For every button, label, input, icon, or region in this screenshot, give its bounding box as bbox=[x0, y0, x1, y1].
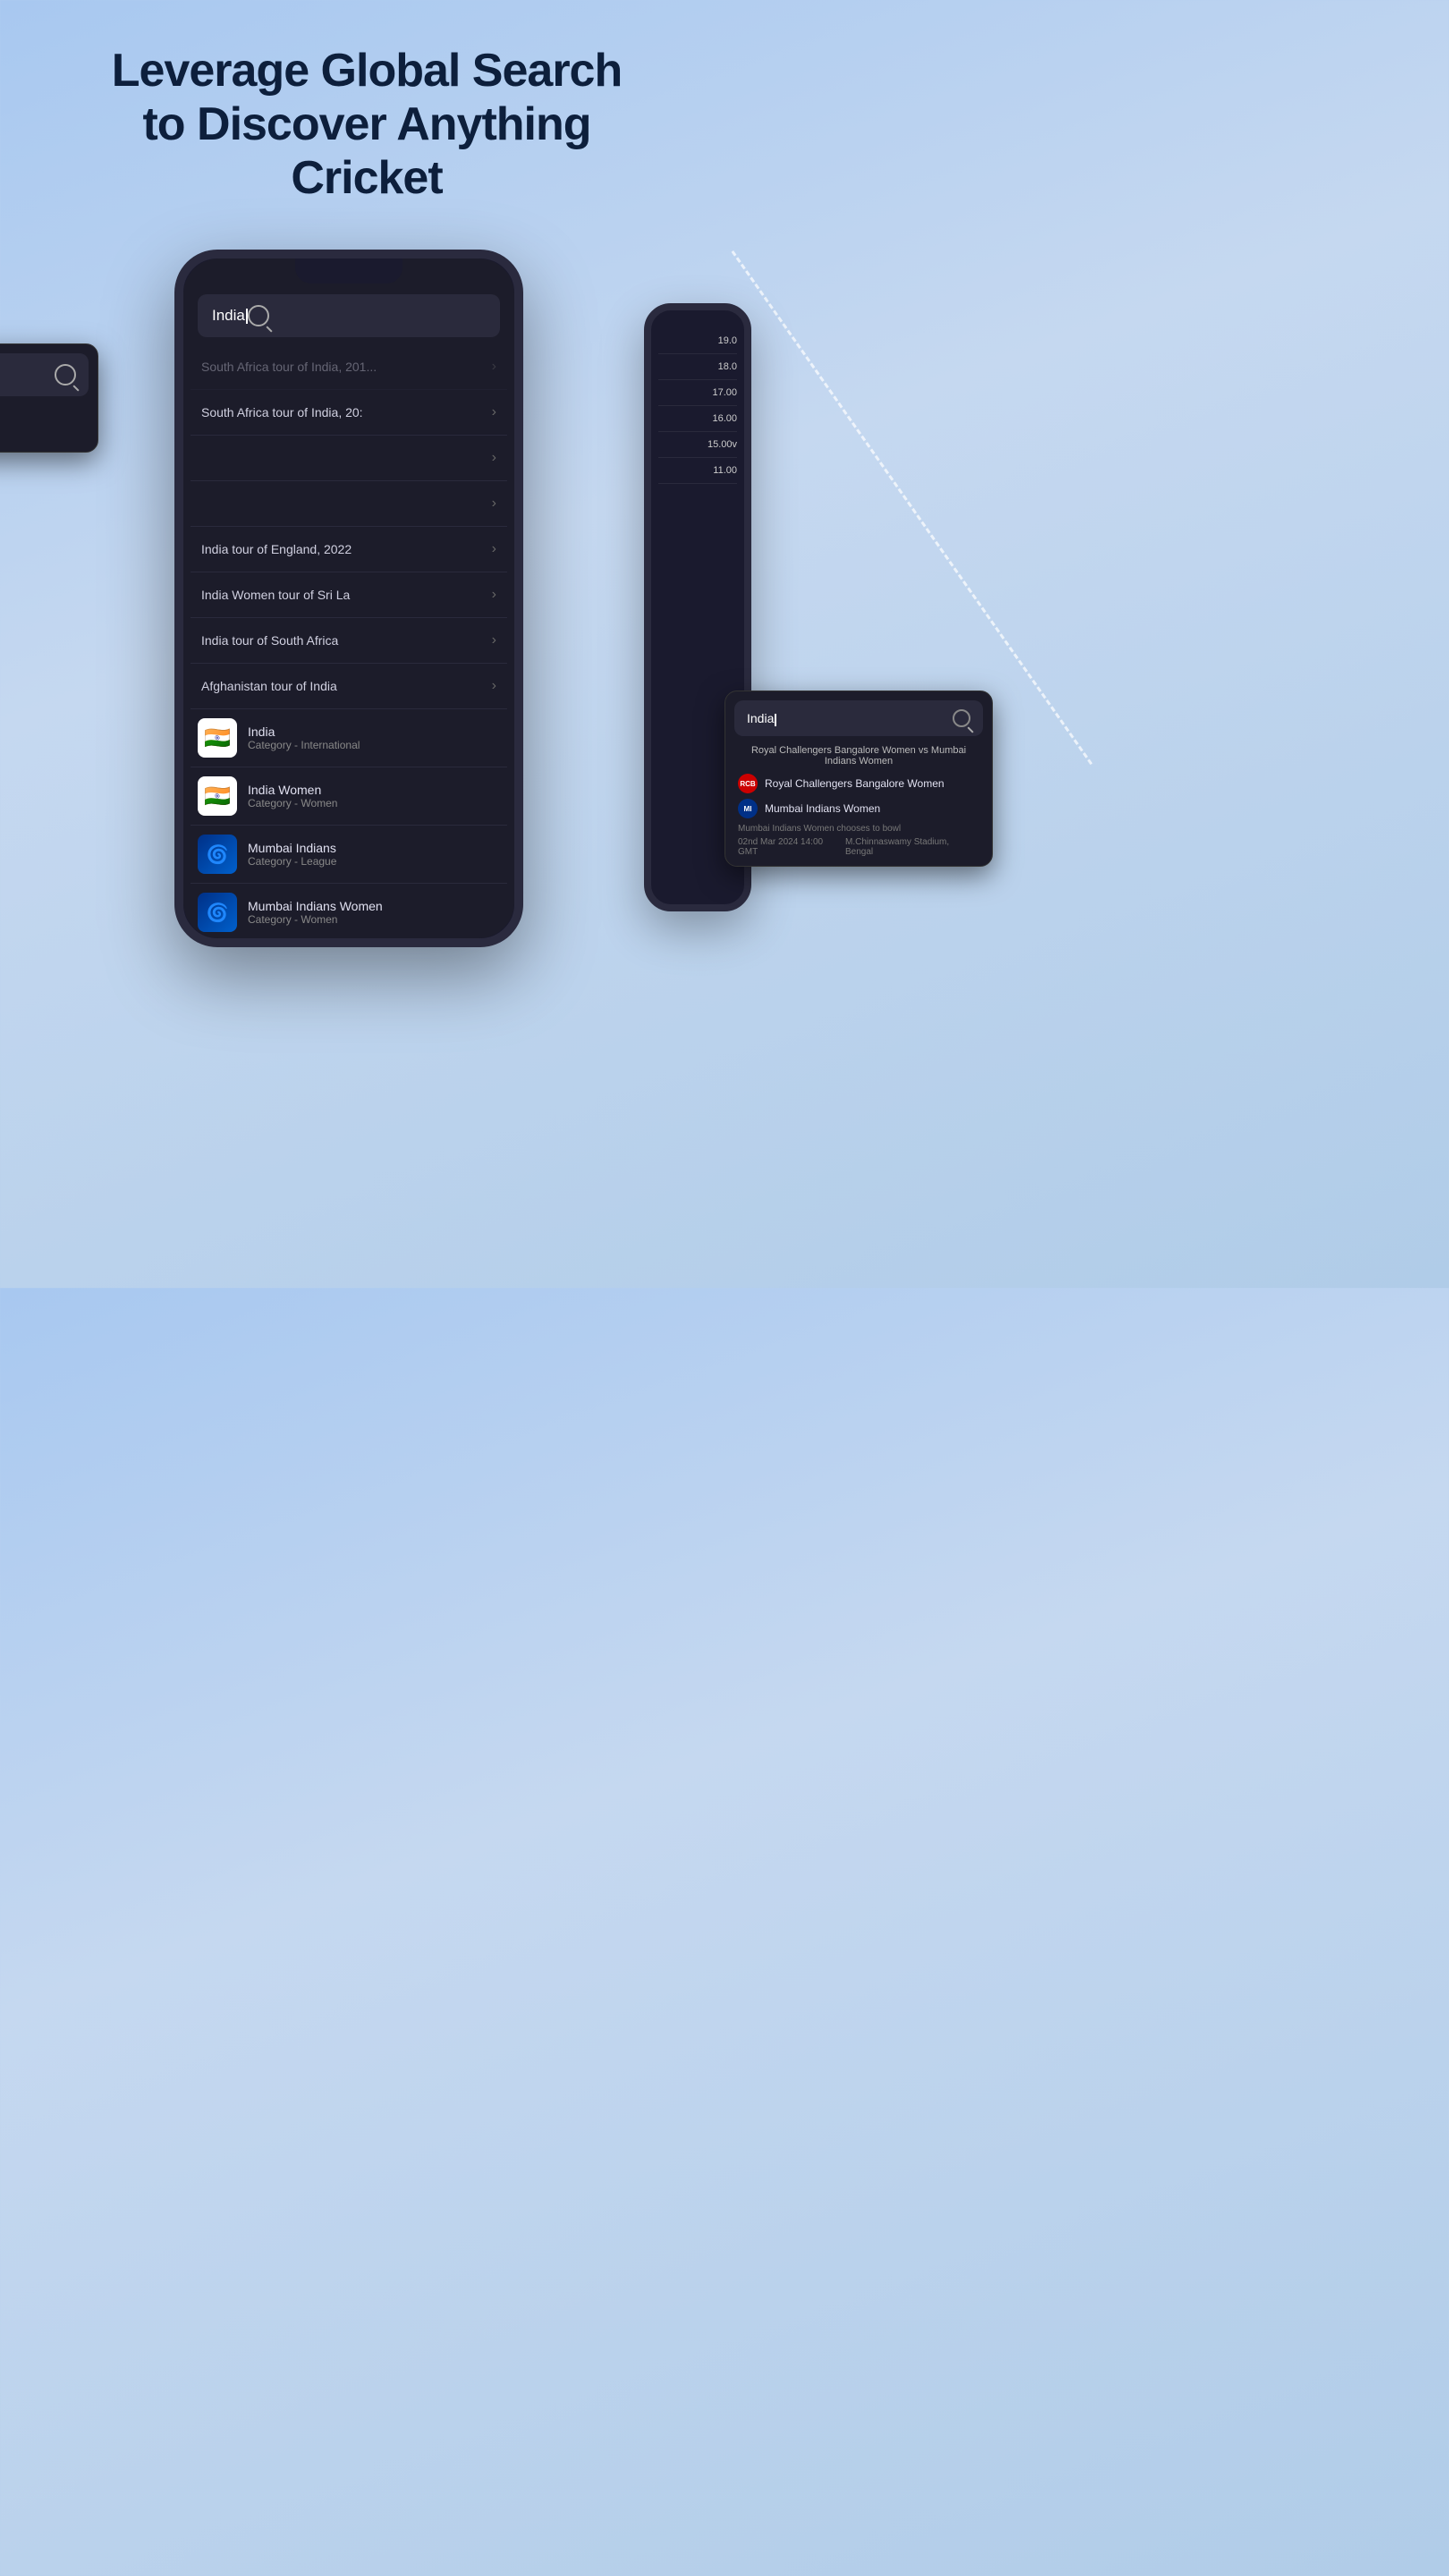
team-mumbai-indians[interactable]: 🌀 Mumbai Indians Category - League bbox=[191, 826, 507, 884]
mi-team-logo: MI bbox=[738, 799, 758, 818]
result-text: Afghanistan tour of India bbox=[201, 679, 492, 693]
search-input-display: India bbox=[212, 307, 248, 325]
chevron-icon: › bbox=[492, 632, 496, 648]
result-text: India Women tour of Sri La bbox=[201, 588, 492, 602]
match-venue: M.Chinnaswamy Stadium, Bengal bbox=[845, 837, 979, 857]
mi-info: Mumbai Indians Category - League bbox=[248, 841, 500, 868]
result-tour-england[interactable]: India tour of England, 2022 › bbox=[191, 527, 507, 572]
rcb-team-name: Royal Challengers Bangalore Women bbox=[765, 777, 945, 790]
chevron-icon: › bbox=[492, 450, 496, 466]
result-tour-2[interactable]: South Africa tour of India, 20: › bbox=[191, 390, 507, 436]
india-cursor bbox=[775, 714, 776, 726]
chevron-icon: › bbox=[492, 404, 496, 420]
rohit-sharma-popup: Rohit Sharma 🏏 Rohit Sharma top-order ba… bbox=[0, 343, 98, 453]
price-18: 18.0 bbox=[658, 354, 737, 380]
mi-name: Mumbai Indians bbox=[248, 841, 500, 855]
rohit-search-bar[interactable]: Rohit Sharma bbox=[0, 353, 89, 396]
match-card: Royal Challengers Bangalore Women vs Mum… bbox=[725, 736, 992, 866]
india-search-text: India bbox=[747, 711, 953, 725]
india-women-name: India Women bbox=[248, 783, 500, 797]
mi-category: Category - League bbox=[248, 855, 500, 868]
main-phone: India South Africa tour of India, 201...… bbox=[174, 250, 523, 947]
price-16: 16.00 bbox=[658, 406, 737, 432]
result-tour-southafrica[interactable]: India tour of South Africa › bbox=[191, 618, 507, 664]
result-tour-afghanistan[interactable]: Afghanistan tour of India › bbox=[191, 664, 507, 709]
phone-screen: India South Africa tour of India, 201...… bbox=[183, 258, 514, 938]
chevron-icon: › bbox=[492, 359, 496, 375]
chevron-icon: › bbox=[492, 587, 496, 603]
india-info: India Category - International bbox=[248, 724, 500, 751]
india-women-info: India Women Category - Women bbox=[248, 783, 500, 809]
result-text: India tour of England, 2022 bbox=[201, 542, 492, 556]
search-icon[interactable] bbox=[248, 305, 269, 326]
india-category: Category - International bbox=[248, 739, 500, 751]
india-name: India bbox=[248, 724, 500, 739]
toss-note: Mumbai Indians Women chooses to bowl bbox=[738, 824, 901, 834]
mumbai-indians-logo: 🌀 bbox=[198, 835, 237, 874]
india-search-popup: India Royal Challengers Bangalore Women … bbox=[724, 691, 993, 867]
result-text: South Africa tour of India, 201... bbox=[201, 360, 492, 374]
india-women-category: Category - Women bbox=[248, 797, 500, 809]
team-mi-row: MI Mumbai Indians Women bbox=[738, 799, 979, 818]
team-rcb-row: RCB Royal Challengers Bangalore Women bbox=[738, 774, 979, 793]
rohit-result-item: 🏏 Rohit Sharma top-order batter bbox=[0, 396, 97, 452]
rohit-search-text: Rohit Sharma bbox=[0, 368, 55, 382]
result-tour-srilanka[interactable]: India Women tour of Sri La › bbox=[191, 572, 507, 618]
match-meta: Mumbai Indians Women chooses to bowl bbox=[738, 824, 979, 834]
rcb-logo: RCB bbox=[738, 774, 758, 793]
miw-info: Mumbai Indians Women Category - Women bbox=[248, 899, 500, 926]
price-15: 15.00v bbox=[658, 432, 737, 458]
india-search-bar[interactable]: India bbox=[734, 700, 983, 736]
result-text: South Africa tour of India, 20: bbox=[201, 405, 492, 419]
chevron-icon: › bbox=[492, 541, 496, 557]
price-17: 17.00 bbox=[658, 380, 737, 406]
chevron-icon: › bbox=[492, 678, 496, 694]
match-date: 02nd Mar 2024 14:00 GMT bbox=[738, 837, 845, 857]
main-search-bar[interactable]: India bbox=[198, 294, 500, 337]
india-search-icon bbox=[953, 709, 970, 727]
phone-notch bbox=[295, 258, 402, 284]
result-empty-2[interactable]: › bbox=[191, 481, 507, 527]
result-empty-1[interactable]: › bbox=[191, 436, 507, 481]
chevron-icon: › bbox=[492, 496, 496, 512]
result-tour-1[interactable]: South Africa tour of India, 201... › bbox=[191, 344, 507, 390]
india-women-flag: 🇮🇳 bbox=[198, 776, 237, 816]
india-flag: 🇮🇳 bbox=[198, 718, 237, 758]
team-mumbai-indians-women[interactable]: 🌀 Mumbai Indians Women Category - Women bbox=[191, 884, 507, 938]
miw-category: Category - Women bbox=[248, 913, 500, 926]
result-text: India tour of South Africa bbox=[201, 633, 492, 648]
price-19: 19.0 bbox=[658, 328, 737, 354]
match-title: Royal Challengers Bangalore Women vs Mum… bbox=[738, 745, 979, 767]
match-details: 02nd Mar 2024 14:00 GMT M.Chinnaswamy St… bbox=[738, 837, 979, 857]
miw-name: Mumbai Indians Women bbox=[248, 899, 500, 913]
mi-team-name: Mumbai Indians Women bbox=[765, 802, 880, 815]
results-list: South Africa tour of India, 201... › Sou… bbox=[183, 344, 514, 938]
page-title: Leverage Global Search to Discover Anyth… bbox=[0, 0, 733, 232]
price-11: 11.00 bbox=[658, 458, 737, 484]
mumbai-indians-women-logo: 🌀 bbox=[198, 893, 237, 932]
right-phone-content: 19.0 18.0 17.00 16.00 15.00v 11.00 bbox=[651, 310, 744, 502]
team-india-women[interactable]: 🇮🇳 India Women Category - Women bbox=[191, 767, 507, 826]
rohit-search-icon bbox=[55, 364, 76, 386]
phone-showcase: Rohit Sharma 🏏 Rohit Sharma top-order ba… bbox=[0, 250, 733, 947]
team-india[interactable]: 🇮🇳 India Category - International bbox=[191, 709, 507, 767]
